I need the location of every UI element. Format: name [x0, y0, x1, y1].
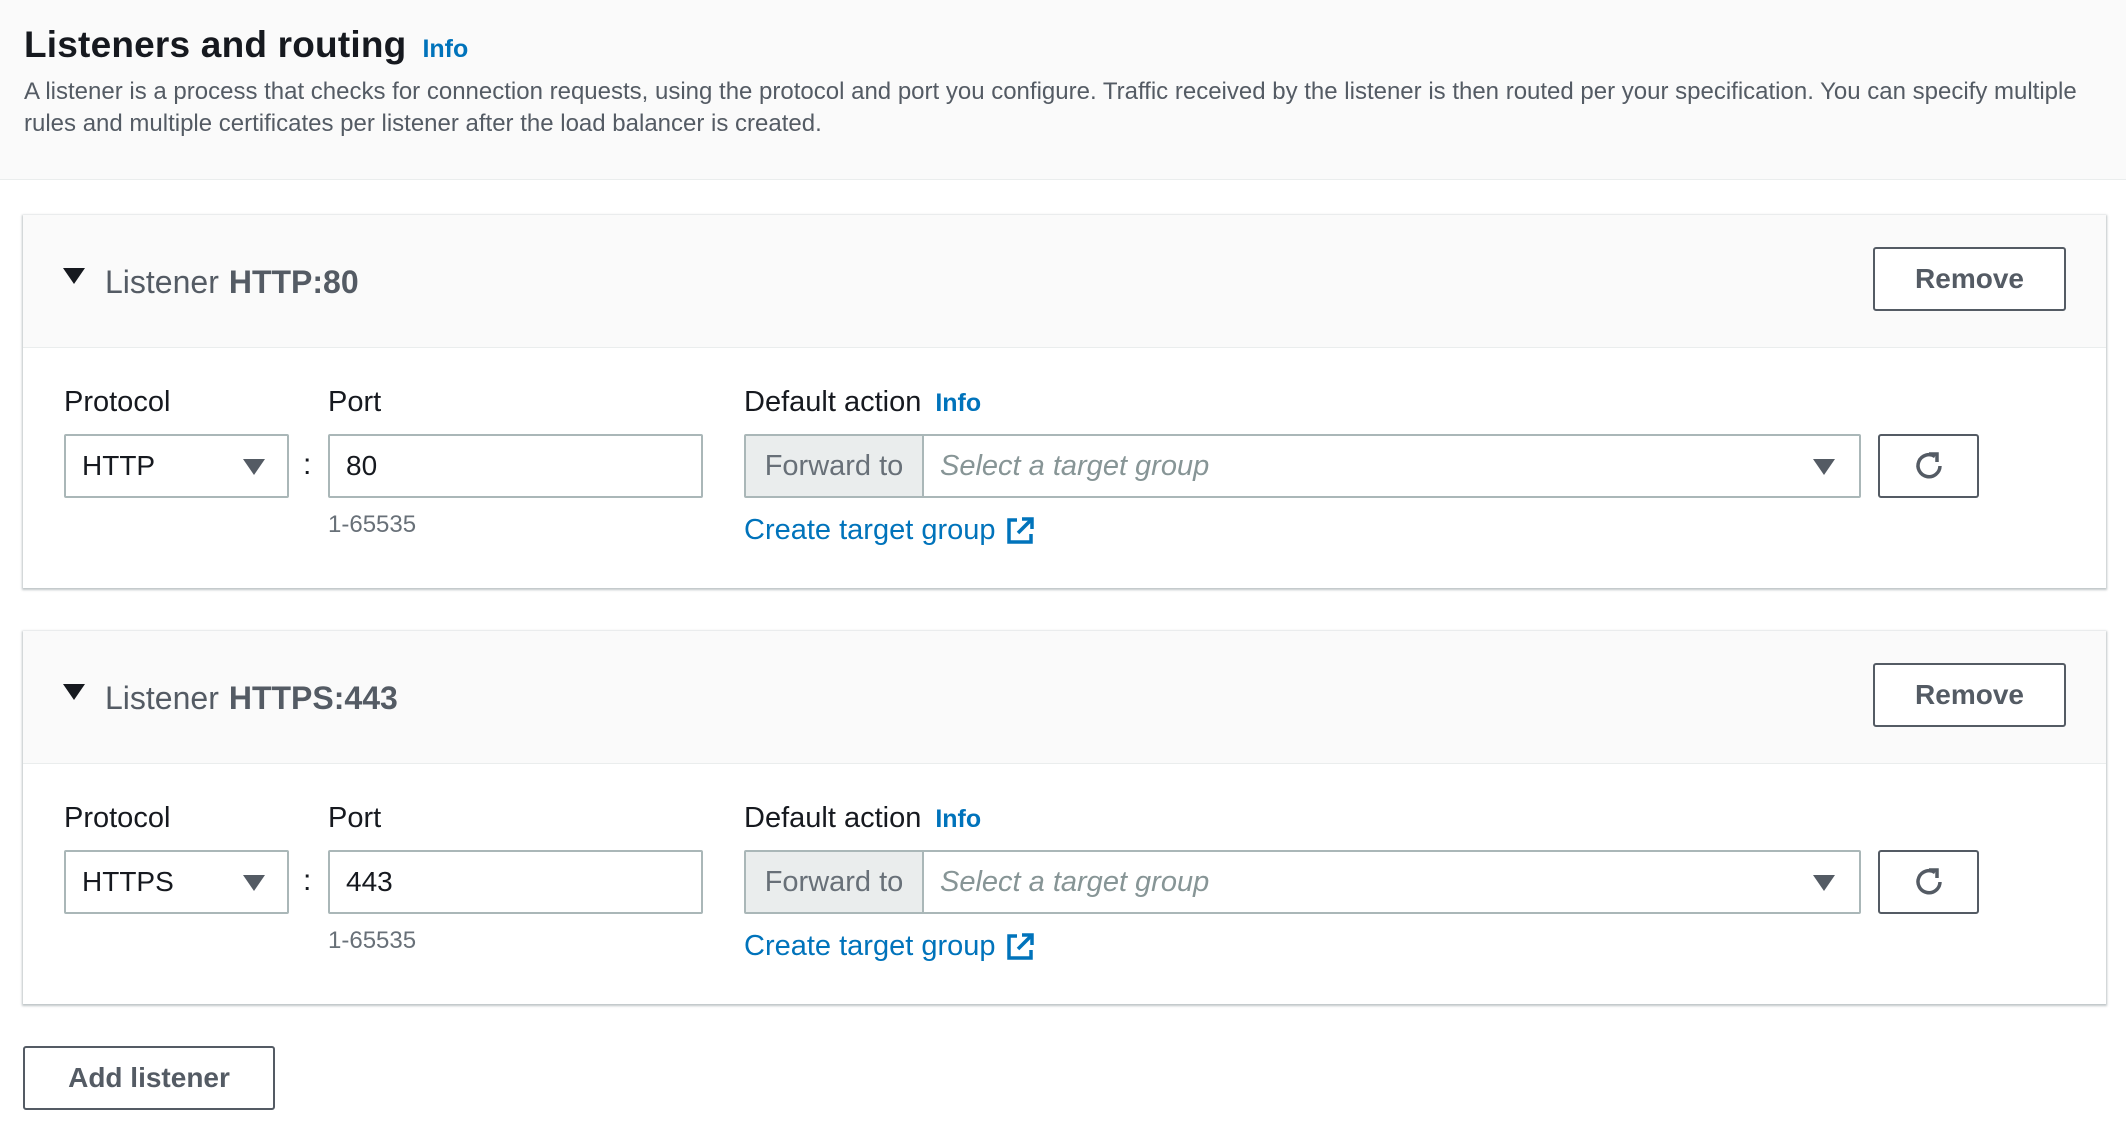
target-group-placeholder: Select a target group — [940, 865, 1210, 898]
refresh-button[interactable] — [1878, 850, 1979, 914]
port-label: Port — [328, 386, 382, 418]
refresh-icon — [1915, 868, 1942, 895]
listener-body: Protocol HTTPS : Port 443 1-65535 Defaul… — [23, 764, 2106, 1004]
protocol-port-separator: : — [303, 864, 312, 897]
default-action-text: Default action — [744, 386, 922, 418]
dropdown-arrow-icon — [1813, 875, 1835, 891]
section-header: Listeners and routing Info A listener is… — [0, 0, 2126, 180]
protocol-select[interactable]: HTTPS — [64, 850, 289, 914]
listener-name: HTTPS:443 — [228, 680, 398, 716]
section-description: A listener is a process that checks for … — [24, 78, 2077, 137]
protocol-select[interactable]: HTTP — [64, 434, 289, 498]
dropdown-arrow-icon — [243, 875, 265, 891]
title-row: Listeners and routing Info — [24, 24, 2102, 66]
external-link-icon — [1007, 932, 1035, 960]
title-info-link[interactable]: Info — [422, 35, 468, 64]
listener-header: Listener HTTPS:443 Remove — [23, 631, 2106, 764]
listener-title: Listener HTTPS:443 — [105, 680, 398, 717]
caret-down-icon[interactable] — [63, 684, 85, 700]
target-group-select[interactable]: Select a target group — [924, 852, 1859, 912]
refresh-icon — [1915, 452, 1942, 479]
default-action-text: Default action — [744, 802, 922, 834]
listener-header: Listener HTTP:80 Remove — [23, 215, 2106, 348]
default-action-info-link[interactable]: Info — [935, 805, 981, 833]
listener-title: Listener HTTP:80 — [105, 264, 359, 301]
default-action-group: Forward to Select a target group — [744, 850, 1861, 914]
protocol-port-separator: : — [303, 448, 312, 481]
external-link-icon — [1007, 516, 1035, 544]
listener-prefix: Listener — [105, 680, 219, 716]
port-hint: 1-65535 — [328, 927, 417, 954]
create-target-group-text: Create target group — [744, 930, 996, 962]
forward-to-label: Forward to — [746, 436, 924, 496]
port-input[interactable]: 80 — [328, 434, 703, 498]
dropdown-arrow-icon — [1813, 459, 1835, 475]
port-label: Port — [328, 802, 382, 834]
default-action-info-link[interactable]: Info — [935, 389, 981, 417]
remove-button[interactable]: Remove — [1873, 663, 2066, 727]
default-action-label: Default action Info — [744, 386, 981, 419]
listener-card-https: Listener HTTPS:443 Remove Protocol HTTPS … — [23, 631, 2106, 1004]
listener-prefix: Listener — [105, 264, 219, 300]
target-group-select[interactable]: Select a target group — [924, 436, 1859, 496]
port-value: 443 — [346, 866, 393, 897]
page-title: Listeners and routing — [24, 24, 407, 65]
protocol-value: HTTPS — [82, 866, 174, 897]
default-action-group: Forward to Select a target group — [744, 434, 1861, 498]
port-input[interactable]: 443 — [328, 850, 703, 914]
remove-button[interactable]: Remove — [1873, 247, 2066, 311]
caret-down-icon[interactable] — [63, 268, 85, 284]
dropdown-arrow-icon — [243, 459, 265, 475]
target-group-placeholder: Select a target group — [940, 449, 1210, 482]
protocol-value: HTTP — [82, 450, 156, 481]
protocol-label: Protocol — [64, 802, 171, 834]
create-target-group-link[interactable]: Create target group — [744, 514, 1035, 547]
forward-to-label: Forward to — [746, 852, 924, 912]
listener-card-http: Listener HTTP:80 Remove Protocol HTTP : P… — [23, 215, 2106, 588]
listener-body: Protocol HTTP : Port 80 1-65535 Default … — [23, 348, 2106, 588]
default-action-label: Default action Info — [744, 802, 981, 835]
protocol-label: Protocol — [64, 386, 171, 418]
add-listener-button[interactable]: Add listener — [23, 1046, 275, 1110]
create-target-group-link[interactable]: Create target group — [744, 930, 1035, 963]
refresh-button[interactable] — [1878, 434, 1979, 498]
create-target-group-text: Create target group — [744, 514, 996, 546]
port-value: 80 — [346, 450, 378, 481]
port-hint: 1-65535 — [328, 511, 417, 538]
listener-name: HTTP:80 — [228, 264, 359, 300]
